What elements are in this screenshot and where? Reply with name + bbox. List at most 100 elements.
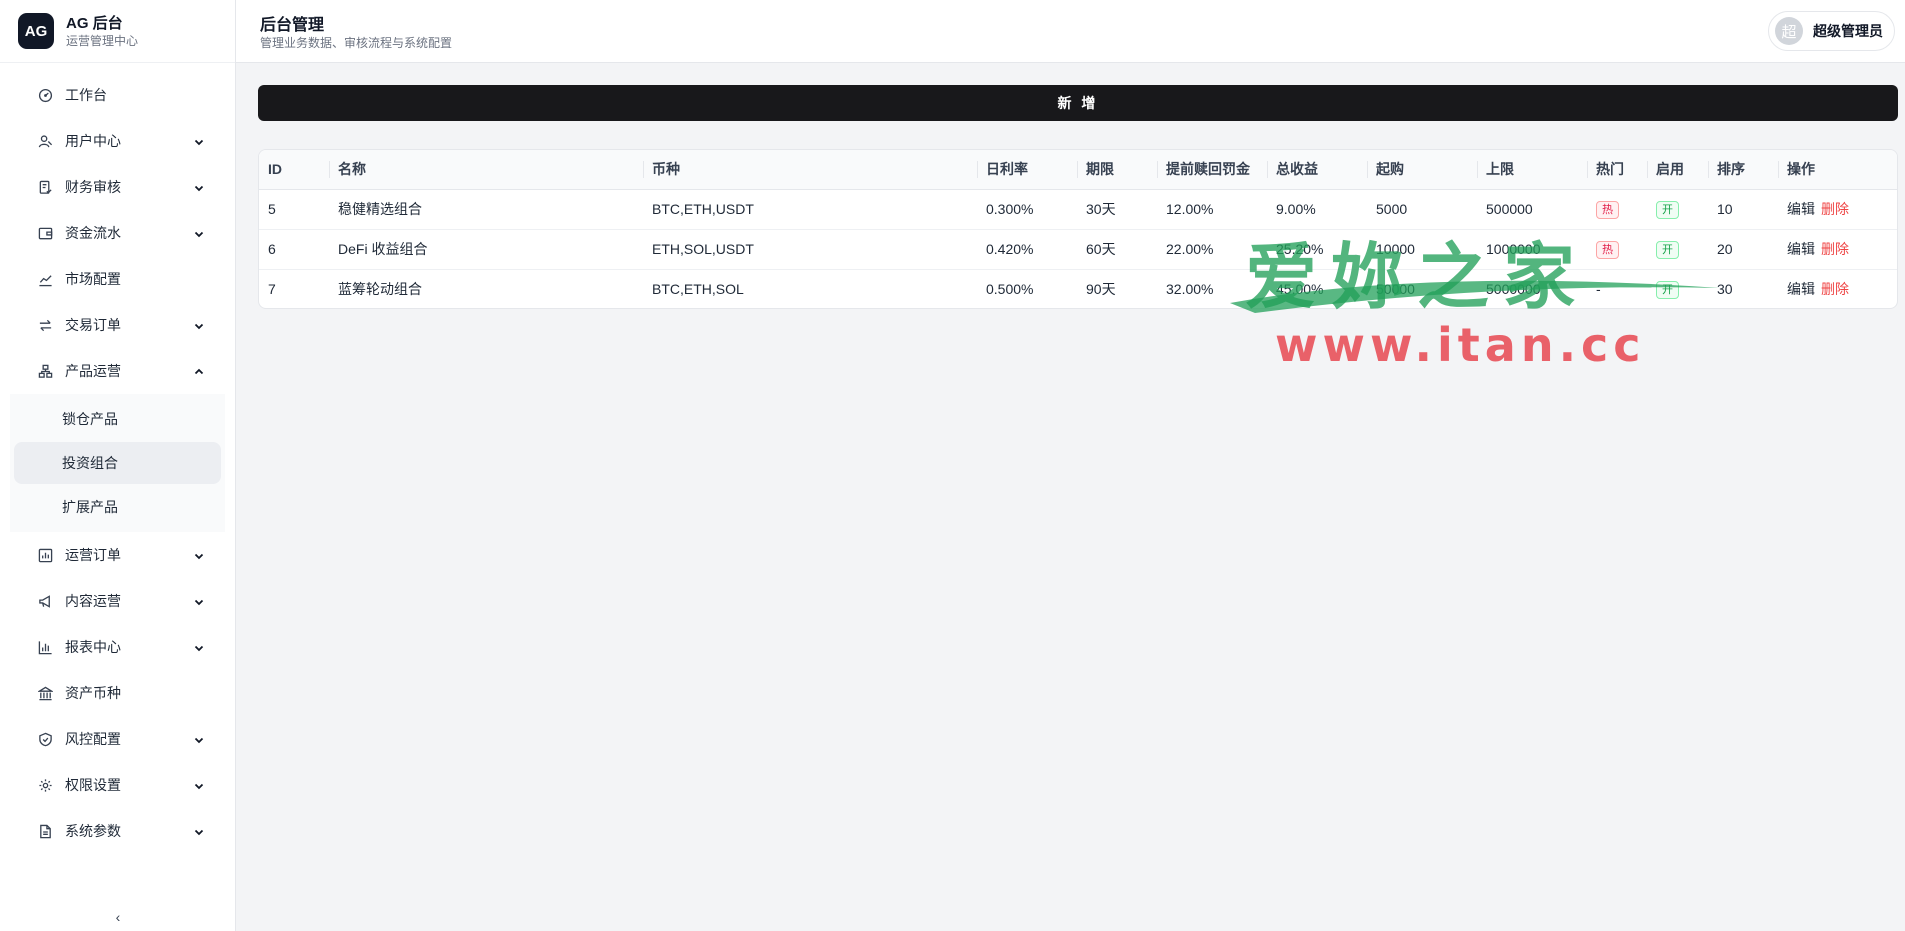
shield-icon xyxy=(38,732,53,747)
cell-enabled: 开 xyxy=(1647,189,1708,229)
cell-daily-rate: 0.500% xyxy=(986,281,1034,298)
brand-logo: AG xyxy=(18,13,54,49)
column-header: 币种 xyxy=(643,150,977,190)
add-button[interactable]: 新 增 xyxy=(258,85,1898,121)
sidebar: AG AG 后台 运营管理中心 工作台用户中心财务审核资金流水市场配置交易订单产… xyxy=(0,0,236,931)
cell-coins: BTC,ETH,SOL xyxy=(652,281,744,298)
submenu-item-1[interactable]: 投资组合 xyxy=(14,442,221,484)
cell-daily-rate: 0.420% xyxy=(986,241,1034,257)
hot-badge: 热 xyxy=(1596,200,1619,219)
sidebar-item-label: 风控配置 xyxy=(65,731,121,747)
table-header-row: ID 名称 币种 日利率 期限 提前赎回罚金 总收益 起购 上限 热门 启用 排序 操作 xyxy=(259,150,1897,190)
sidebar-item-2[interactable]: 财务审核 xyxy=(0,164,235,210)
sidebar-item-label: 资金流水 xyxy=(65,225,121,241)
sidebar-item-10[interactable]: 资产币种 xyxy=(0,670,235,716)
sidebar-item-label: 内容运营 xyxy=(65,593,121,609)
column-header: 起购 xyxy=(1367,150,1477,190)
sidebar-item-label: 财务审核 xyxy=(65,179,121,195)
submenu-item-0[interactable]: 锁仓产品 xyxy=(14,398,221,440)
brand-title: AG 后台 xyxy=(66,14,123,32)
sidebar-item-6[interactable]: 产品运营 xyxy=(0,348,235,394)
chevron-down-icon xyxy=(193,825,205,837)
sidebar-item-label: 报表中心 xyxy=(65,639,121,655)
column-header: ID xyxy=(259,150,329,190)
sidebar-item-9[interactable]: 报表中心 xyxy=(0,624,235,670)
avatar: 超 xyxy=(1775,17,1803,45)
page-subtitle: 管理业务数据、审核流程与系统配置 xyxy=(260,36,453,50)
column-header: 名称 xyxy=(329,150,643,190)
page-title: 后台管理 xyxy=(260,17,325,34)
collapse-sidebar-icon[interactable]: ‹ xyxy=(0,909,236,931)
user-menu[interactable]: 超 超级管理员 xyxy=(1768,11,1895,51)
sidebar-item-13[interactable]: 系统参数 xyxy=(0,808,235,854)
column-header: 提前赎回罚金 xyxy=(1157,150,1267,190)
sidebar-item-12[interactable]: 权限设置 xyxy=(0,762,235,808)
enabled-badge: 开 xyxy=(1656,240,1679,259)
sidebar-item-label: 用户中心 xyxy=(65,133,121,149)
cell-daily-rate: 0.300% xyxy=(986,201,1034,217)
sidebar-item-1[interactable]: 用户中心 xyxy=(0,118,235,164)
cell-name: DeFi 收益组合 xyxy=(338,241,428,257)
gear-icon xyxy=(38,778,53,793)
cell-hot: 热 xyxy=(1587,229,1647,269)
table-row: 6 DeFi 收益组合 ETH,SOL,USDT 0.420% 60天 22.00% 25.… xyxy=(259,229,1897,269)
chevron-down-icon xyxy=(193,227,205,239)
cell-actions: 编辑 删除 xyxy=(1778,189,1897,229)
submenu-item-2[interactable]: 扩展产品 xyxy=(14,486,221,528)
column-header: 启用 xyxy=(1647,150,1708,190)
edit-button[interactable]: 编辑 xyxy=(1787,281,1815,297)
sidebar-item-11[interactable]: 风控配置 xyxy=(0,716,235,762)
megaphone-icon xyxy=(38,594,53,609)
sidebar-item-7[interactable]: 运营订单 xyxy=(0,532,235,578)
watermark-swoosh xyxy=(1230,280,1720,313)
chevron-up-icon xyxy=(193,365,205,377)
cell-id: 6 xyxy=(268,241,276,257)
bank-icon xyxy=(38,686,53,701)
watermark-url: www.itan.cc xyxy=(1275,318,1646,372)
sidebar-item-3[interactable]: 资金流水 xyxy=(0,210,235,256)
delete-button[interactable]: 删除 xyxy=(1821,201,1849,217)
column-header: 期限 xyxy=(1077,150,1157,190)
file-icon xyxy=(38,824,53,839)
user-name: 超级管理员 xyxy=(1813,23,1883,39)
cell-term: 30天 xyxy=(1086,201,1116,217)
top-header: 后台管理 管理业务数据、审核流程与系统配置 超 超级管理员 xyxy=(236,0,1905,63)
cell-enabled: 开 xyxy=(1647,229,1708,269)
chevron-down-icon xyxy=(193,733,205,745)
column-header: 排序 xyxy=(1708,150,1778,190)
chevron-down-icon xyxy=(193,135,205,147)
gauge-icon xyxy=(38,88,53,103)
cell-id: 5 xyxy=(268,201,276,217)
edit-button[interactable]: 编辑 xyxy=(1787,241,1815,257)
sidebar-nav: 工作台用户中心财务审核资金流水市场配置交易订单产品运营 锁仓产品 投资组合 扩展产品运… xyxy=(0,63,235,854)
chevron-down-icon xyxy=(193,181,205,193)
sidebar-item-4[interactable]: 市场配置 xyxy=(0,256,235,302)
brand: AG AG 后台 运营管理中心 xyxy=(0,0,235,63)
column-header: 总收益 xyxy=(1267,150,1367,190)
cell-actions: 编辑 删除 xyxy=(1778,269,1897,308)
cell-sort: 10 xyxy=(1717,201,1733,217)
edit-button[interactable]: 编辑 xyxy=(1787,201,1815,217)
cell-name: 蓝筹轮动组合 xyxy=(338,281,422,298)
sidebar-item-8[interactable]: 内容运营 xyxy=(0,578,235,624)
chevron-down-icon xyxy=(193,549,205,561)
table-row: 5 稳健精选组合 BTC,ETH,USDT 0.300% 30天 12.00% 9.00% 5… xyxy=(259,189,1897,229)
bar-chart-icon xyxy=(38,640,53,655)
chevron-down-icon xyxy=(193,319,205,331)
user-icon xyxy=(38,134,53,149)
delete-button[interactable]: 删除 xyxy=(1821,241,1849,257)
sidebar-item-5[interactable]: 交易订单 xyxy=(0,302,235,348)
sidebar-item-label: 运营订单 xyxy=(65,547,121,563)
sidebar-item-label: 工作台 xyxy=(65,87,107,103)
chevron-down-icon xyxy=(193,595,205,607)
sidebar-item-label: 交易订单 xyxy=(65,317,121,333)
delete-button[interactable]: 删除 xyxy=(1821,281,1849,297)
sidebar-item-label: 市场配置 xyxy=(65,271,121,287)
cell-coins: ETH,SOL,USDT xyxy=(652,241,754,257)
boxes-icon xyxy=(38,364,53,379)
column-header: 日利率 xyxy=(977,150,1077,190)
sidebar-item-0[interactable]: 工作台 xyxy=(0,72,235,118)
column-header: 操作 xyxy=(1778,150,1897,190)
orders-icon xyxy=(38,548,53,563)
chevron-down-icon xyxy=(193,779,205,791)
